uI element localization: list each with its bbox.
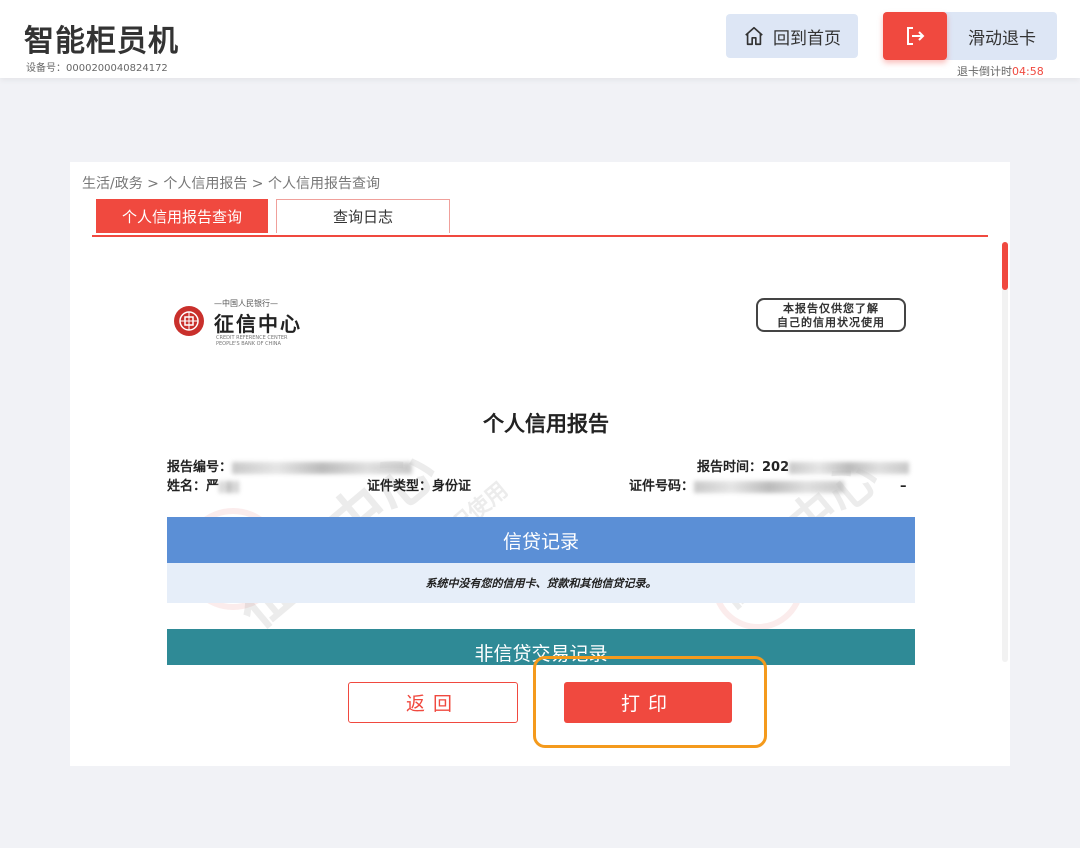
report-scrollbar[interactable] (1002, 242, 1008, 662)
name-redacted (219, 480, 240, 493)
report-meta-row: 报告编号： 报告时间：202 (167, 456, 917, 475)
home-button[interactable]: 回到首页 (726, 14, 858, 58)
countdown-value: 04:58 (1012, 65, 1044, 78)
report-no-label: 报告编号： (167, 460, 233, 475)
tab-query-log[interactable]: 查询日志 (276, 199, 450, 233)
report-viewport[interactable]: 征信中心 信用状况使用 征信中心 报告 —中国人民银行— 征信中心 CREDIT… (92, 238, 1000, 665)
tab-credit-report-query[interactable]: 个人信用报告查询 (96, 199, 268, 233)
id-type-value: 身份证 (432, 479, 472, 494)
credit-records-note: 系统中没有您的信用卡、贷款和其他信贷记录。 (167, 563, 915, 603)
logo-main-text: 征信中心 (214, 312, 302, 336)
name-label: 姓名： (167, 479, 207, 494)
report-time-redacted (789, 461, 910, 474)
id-no-redacted (694, 480, 845, 493)
breadcrumb: 生活/政务 > 个人信用报告 > 个人信用报告查询 (82, 176, 380, 192)
id-type-label: 证件类型： (367, 479, 433, 494)
main-card: 生活/政务 > 个人信用报告 > 个人信用报告查询 个人信用报告查询 查询日志 … (70, 162, 1010, 766)
identity-row: 姓名：严 证件类型：身份证 证件号码： – (167, 475, 917, 494)
id-no-suffix: – (900, 479, 907, 494)
report-time: 报告时间：202 (697, 456, 910, 475)
logo-english-line2: PEOPLE'S BANK OF CHINA (216, 341, 281, 347)
seal-icon (174, 306, 204, 336)
report-title: 个人信用报告 (483, 412, 609, 436)
home-icon (745, 26, 763, 46)
usage-notice-stamp: 本报告仅供您了解 自己的信用状况使用 (756, 298, 906, 332)
name-value: 严 (206, 479, 220, 494)
section-credit-records: 信贷记录 (167, 517, 915, 563)
id-type: 证件类型：身份证 (367, 475, 471, 494)
notice-line1: 本报告仅供您了解 (783, 302, 879, 315)
report-no-redacted (232, 461, 413, 474)
credit-center-logo: —中国人民银行— 征信中心 CREDIT REFERENCE CENTER PEO… (174, 298, 304, 348)
tab-bar: 个人信用报告查询 查询日志 (92, 199, 988, 237)
eject-card-label: 滑动退卡 (968, 28, 1036, 49)
report-time-label: 报告时间： (697, 460, 763, 475)
home-button-label: 回到首页 (773, 28, 841, 49)
logo-english: CREDIT REFERENCE CENTER PEOPLE'S BANK OF … (216, 335, 287, 347)
eject-card-button[interactable]: 滑动退卡 (883, 12, 1057, 60)
app-title: 智能柜员机 (24, 24, 179, 59)
id-no-label: 证件号码： (629, 479, 695, 494)
print-button[interactable]: 打印 (564, 682, 732, 723)
exit-icon-box (883, 12, 947, 60)
exit-icon (907, 27, 925, 45)
scrollbar-thumb[interactable] (1002, 242, 1008, 290)
back-button[interactable]: 返回 (348, 682, 518, 723)
report-time-value: 202 (762, 460, 790, 475)
eject-countdown: 退卡倒计时04:58 (957, 63, 1044, 79)
device-id: 设备号：0000200040824172 (26, 63, 168, 74)
notice-line2: 自己的信用状况使用 (777, 316, 885, 329)
countdown-label: 退卡倒计时 (957, 65, 1012, 78)
id-number: 证件号码： – (629, 475, 907, 494)
top-header: 智能柜员机 设备号：0000200040824172 回到首页 滑动退卡 退卡倒… (0, 0, 1080, 78)
